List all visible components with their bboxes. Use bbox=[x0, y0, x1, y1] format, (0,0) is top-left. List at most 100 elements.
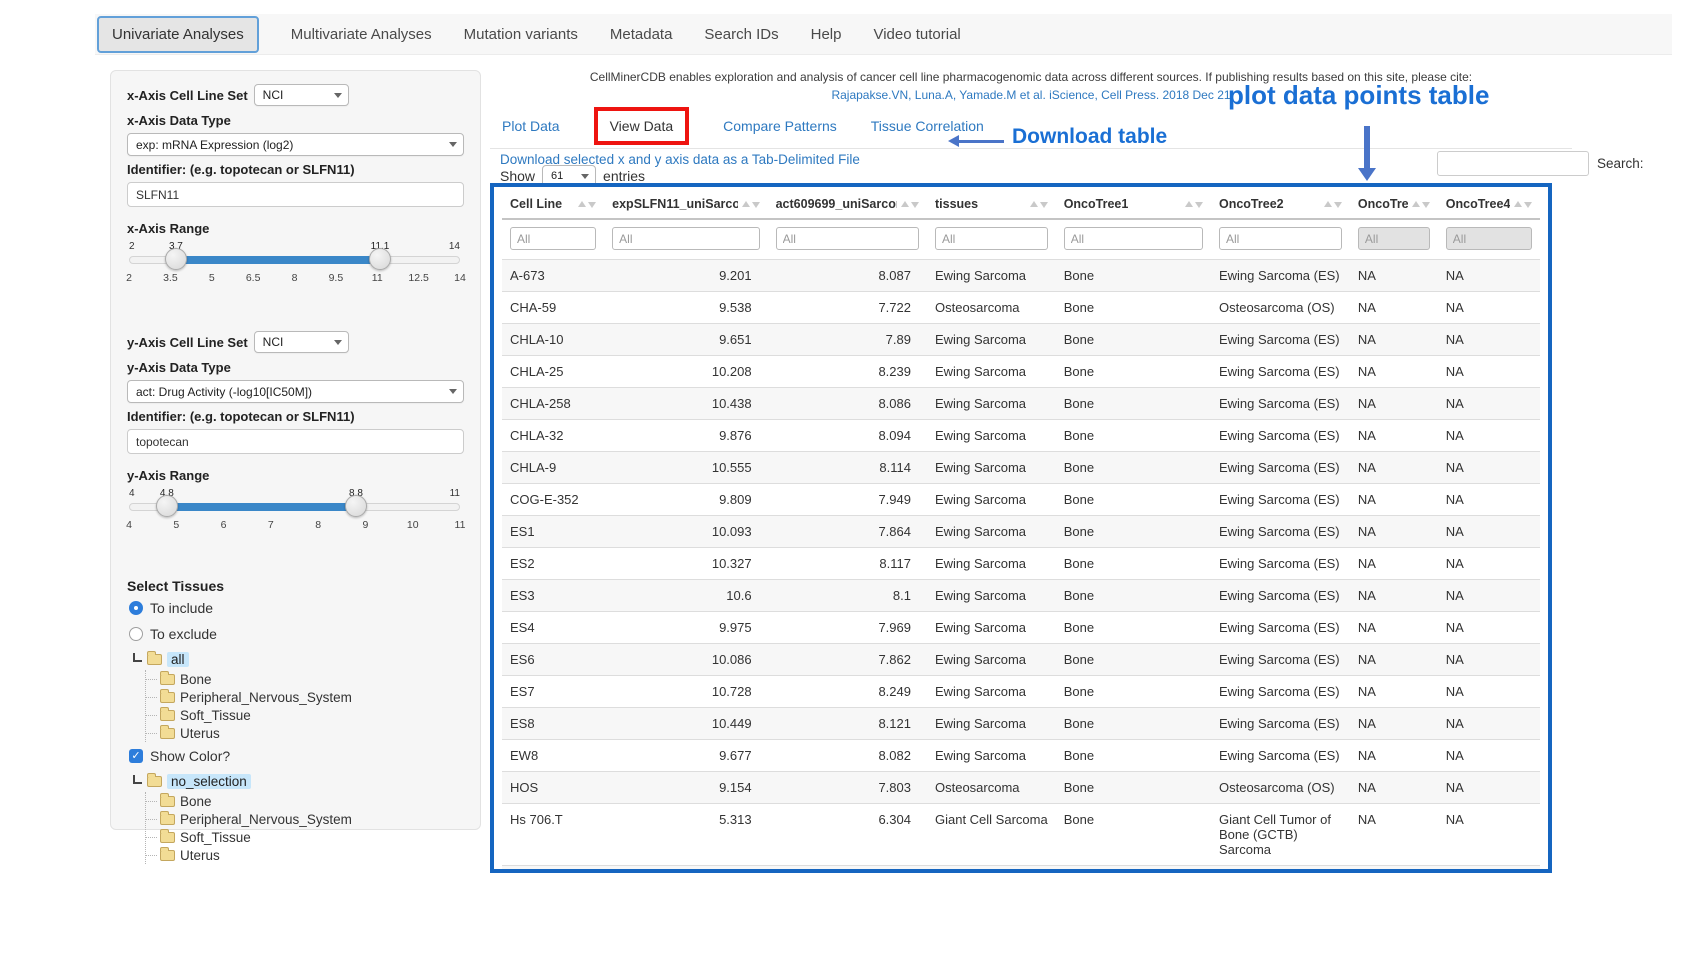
x-range-slider[interactable]: 2143.711.123.556.589.51112.514 bbox=[129, 241, 460, 289]
table-row-es7[interactable]: ES710.7288.249Ewing SarcomaBoneEwing Sar… bbox=[502, 676, 1540, 708]
filter-input-tissues[interactable] bbox=[935, 227, 1048, 250]
tree-item-uterus[interactable]: Uterus bbox=[146, 846, 464, 864]
table-row-es4[interactable]: ES49.9757.969Ewing SarcomaBoneEwing Sarc… bbox=[502, 612, 1540, 644]
filter-input-oncotree3[interactable] bbox=[1358, 227, 1430, 250]
folder-icon bbox=[160, 710, 175, 721]
table-row-es6[interactable]: ES610.0867.862Ewing SarcomaBoneEwing Sar… bbox=[502, 644, 1540, 676]
tab-tissue-correlation[interactable]: Tissue Correlation bbox=[871, 118, 984, 134]
cell-act609699-unisarcoma: 8.117 bbox=[768, 548, 927, 580]
sort-icon[interactable] bbox=[578, 201, 596, 208]
table-row-ew8[interactable]: EW89.6778.082Ewing SarcomaBoneEwing Sarc… bbox=[502, 740, 1540, 772]
folder-icon bbox=[147, 776, 162, 787]
nav-item-help[interactable]: Help bbox=[811, 26, 842, 43]
nav-item-univariate-analyses[interactable]: Univariate Analyses bbox=[97, 16, 259, 53]
sort-icon[interactable] bbox=[1030, 201, 1048, 208]
cell-cell-line: ES1 bbox=[502, 516, 604, 548]
nav-item-mutation-variants[interactable]: Mutation variants bbox=[464, 26, 578, 43]
tree-item-peripheral-nervous-system[interactable]: Peripheral_Nervous_System bbox=[146, 810, 464, 828]
tree-item-peripheral-nervous-system[interactable]: Peripheral_Nervous_System bbox=[146, 688, 464, 706]
filter-input-expslfn11-unisarcoma[interactable] bbox=[612, 227, 759, 250]
table-row-chla-9[interactable]: CHLA-910.5558.114Ewing SarcomaBoneEwing … bbox=[502, 452, 1540, 484]
column-header-tissues[interactable]: tissues bbox=[927, 187, 1056, 219]
tree-item-bone[interactable]: Bone bbox=[146, 792, 464, 810]
table-row-chla-32[interactable]: CHLA-329.8768.094Ewing SarcomaBoneEwing … bbox=[502, 420, 1540, 452]
slider-handle-high[interactable] bbox=[345, 495, 367, 517]
tree-root-all[interactable]: all bbox=[167, 652, 189, 667]
table-row-cog-e-352[interactable]: COG-E-3529.8097.949Ewing SarcomaBoneEwin… bbox=[502, 484, 1540, 516]
slider-tick-label: 9 bbox=[363, 519, 369, 531]
table-row-chla-25[interactable]: CHLA-2510.2088.239Ewing SarcomaBoneEwing… bbox=[502, 356, 1540, 388]
y-range-slider[interactable]: 4114.88.84567891011 bbox=[129, 488, 460, 536]
slider-handle-low[interactable] bbox=[156, 495, 178, 517]
column-header-oncotree3[interactable]: OncoTree3 bbox=[1350, 187, 1438, 219]
cell-oncotree1: Bone bbox=[1056, 388, 1211, 420]
table-row-hu09[interactable]: Hu098.7337.97OsteosarcomaBoneOsteosarcom… bbox=[502, 866, 1540, 874]
table-row-hs-706-t[interactable]: Hs 706.T5.3136.304Giant Cell SarcomaBone… bbox=[502, 804, 1540, 866]
tab-compare-patterns[interactable]: Compare Patterns bbox=[723, 118, 837, 134]
slider-tick-label: 6 bbox=[221, 519, 227, 531]
cell-tissues: Ewing Sarcoma bbox=[927, 708, 1056, 740]
sort-icon[interactable] bbox=[1514, 201, 1532, 208]
x-cell-line-set-select[interactable]: NCI bbox=[254, 84, 349, 106]
radio-to-exclude[interactable]: To exclude bbox=[129, 626, 464, 642]
chevron-down-icon bbox=[334, 340, 342, 345]
x-identifier-input[interactable] bbox=[127, 182, 464, 207]
radio-to-include-label: To include bbox=[150, 600, 213, 616]
x-data-type-select[interactable]: exp: mRNA Expression (log2) bbox=[127, 133, 464, 156]
table-row-chla-258[interactable]: CHLA-25810.4388.086Ewing SarcomaBoneEwin… bbox=[502, 388, 1540, 420]
sort-icon[interactable] bbox=[1324, 201, 1342, 208]
cell-oncotree3: NA bbox=[1350, 708, 1438, 740]
table-row-a-673[interactable]: A-6739.2018.087Ewing SarcomaBoneEwing Sa… bbox=[502, 260, 1540, 292]
sort-icon[interactable] bbox=[742, 201, 760, 208]
cell-tissues: Ewing Sarcoma bbox=[927, 516, 1056, 548]
y-data-type-select[interactable]: act: Drug Activity (-log10[IC50M]) bbox=[127, 380, 464, 403]
nav-item-video-tutorial[interactable]: Video tutorial bbox=[873, 26, 960, 43]
tree-item-uterus[interactable]: Uterus bbox=[146, 724, 464, 742]
nav-item-search-ids[interactable]: Search IDs bbox=[704, 26, 778, 43]
tab-plot-data[interactable]: Plot Data bbox=[502, 118, 560, 134]
tree-item-soft-tissue[interactable]: Soft_Tissue bbox=[146, 706, 464, 724]
radio-to-include[interactable]: To include bbox=[129, 600, 464, 616]
tree-item-soft-tissue[interactable]: Soft_Tissue bbox=[146, 828, 464, 846]
column-header-cell-line[interactable]: Cell Line bbox=[502, 187, 604, 219]
tree-item-bone[interactable]: Bone bbox=[146, 670, 464, 688]
cell-act609699-unisarcoma: 7.722 bbox=[768, 292, 927, 324]
table-row-es1[interactable]: ES110.0937.864Ewing SarcomaBoneEwing Sar… bbox=[502, 516, 1540, 548]
y-identifier-input[interactable] bbox=[127, 429, 464, 454]
filter-input-oncotree4[interactable] bbox=[1446, 227, 1532, 250]
y-cell-line-set-select[interactable]: NCI bbox=[254, 331, 349, 353]
table-row-es3[interactable]: ES310.68.1Ewing SarcomaBoneEwing Sarcoma… bbox=[502, 580, 1540, 612]
slider-handle-low[interactable] bbox=[165, 248, 187, 270]
column-header-oncotree1[interactable]: OncoTree1 bbox=[1056, 187, 1211, 219]
column-header-oncotree4[interactable]: OncoTree4 bbox=[1438, 187, 1540, 219]
column-header-expslfn11-unisarcoma[interactable]: expSLFN11_uniSarcoma bbox=[604, 187, 767, 219]
tree-root-no-selection[interactable]: no_selection bbox=[167, 774, 251, 789]
filter-input-cell-line[interactable] bbox=[510, 227, 596, 250]
table-row-es8[interactable]: ES810.4498.121Ewing SarcomaBoneEwing Sar… bbox=[502, 708, 1540, 740]
nav-item-multivariate-analyses[interactable]: Multivariate Analyses bbox=[291, 26, 432, 43]
table-row-cha-59[interactable]: CHA-599.5387.722OsteosarcomaBoneOsteosar… bbox=[502, 292, 1540, 324]
chevron-down-icon bbox=[449, 142, 457, 147]
cell-act609699-unisarcoma: 7.803 bbox=[768, 772, 927, 804]
cell-oncotree1: Bone bbox=[1056, 292, 1211, 324]
sort-icon[interactable] bbox=[901, 201, 919, 208]
filter-input-oncotree2[interactable] bbox=[1219, 227, 1342, 250]
search-input[interactable] bbox=[1437, 151, 1589, 176]
slider-handle-high[interactable] bbox=[369, 248, 391, 270]
filter-input-act609699-unisarcoma[interactable] bbox=[776, 227, 919, 250]
tab-view-data[interactable]: View Data bbox=[610, 118, 674, 134]
table-row-es2[interactable]: ES210.3278.117Ewing SarcomaBoneEwing Sar… bbox=[502, 548, 1540, 580]
radio-selected-icon[interactable] bbox=[129, 601, 143, 615]
radio-unselected-icon[interactable] bbox=[129, 627, 143, 641]
checkbox-checked-icon[interactable]: ✓ bbox=[129, 749, 143, 763]
show-color-row[interactable]: ✓ Show Color? bbox=[129, 748, 464, 764]
tree-item-label: Soft_Tissue bbox=[180, 830, 251, 845]
column-header-act609699-unisarcoma[interactable]: act609699_uniSarcoma bbox=[768, 187, 927, 219]
nav-item-metadata[interactable]: Metadata bbox=[610, 26, 673, 43]
sort-icon[interactable] bbox=[1412, 201, 1430, 208]
column-header-oncotree2[interactable]: OncoTree2 bbox=[1211, 187, 1350, 219]
table-row-chla-10[interactable]: CHLA-109.6517.89Ewing SarcomaBoneEwing S… bbox=[502, 324, 1540, 356]
sort-icon[interactable] bbox=[1185, 201, 1203, 208]
table-row-hos[interactable]: HOS9.1547.803OsteosarcomaBoneOsteosarcom… bbox=[502, 772, 1540, 804]
filter-input-oncotree1[interactable] bbox=[1064, 227, 1203, 250]
